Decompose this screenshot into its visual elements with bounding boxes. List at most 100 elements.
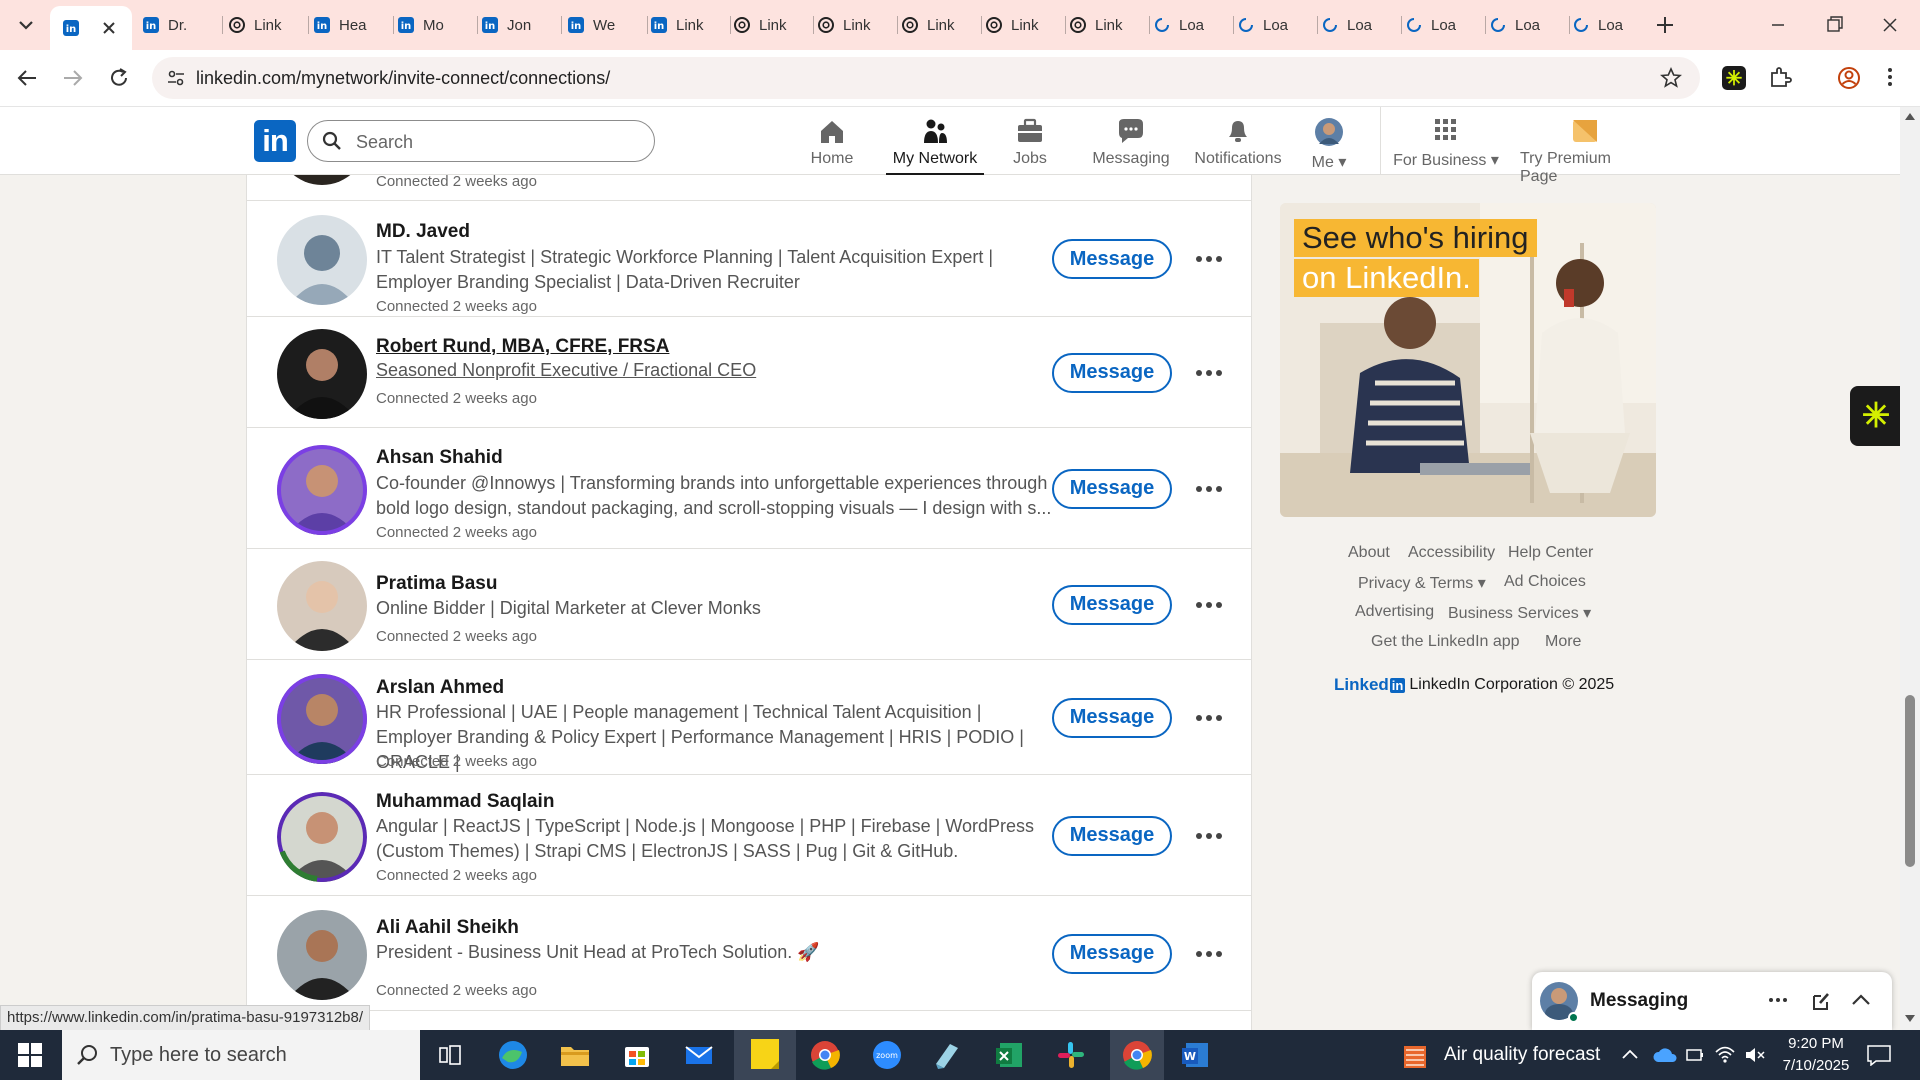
tab[interactable]: in Link <box>650 8 724 42</box>
search-box[interactable]: Search <box>307 120 655 162</box>
connection-name[interactable]: Ali Aahil Sheikh <box>376 917 519 939</box>
avatar[interactable] <box>277 791 367 882</box>
mail-icon[interactable] <box>682 1038 716 1072</box>
more-options-icon[interactable] <box>1768 996 1788 1004</box>
tab[interactable]: Link <box>733 8 807 42</box>
close-window-button[interactable] <box>1876 12 1904 38</box>
avatar[interactable] <box>277 673 367 764</box>
more-actions-icon[interactable] <box>1189 244 1229 274</box>
hiring-ad-banner[interactable]: See who's hiring on LinkedIn. <box>1280 203 1656 517</box>
connection-name[interactable]: Arslan Ahmed <box>376 677 504 699</box>
forward-button[interactable] <box>60 65 86 91</box>
connection-name[interactable]: MD. Javed <box>376 221 470 243</box>
message-button[interactable]: Message <box>1052 584 1172 625</box>
tab[interactable]: Link <box>985 8 1059 42</box>
footer-business-link[interactable]: Business Services ▾ <box>1448 603 1591 623</box>
back-button[interactable] <box>14 65 40 91</box>
extension-asterisk-icon[interactable]: ✳ <box>1722 66 1746 90</box>
more-actions-icon[interactable] <box>1189 358 1229 388</box>
address-bar[interactable]: linkedin.com/mynetwork/invite-connect/co… <box>152 57 1700 99</box>
avatar[interactable] <box>277 560 367 651</box>
tab[interactable]: in Hea <box>313 8 387 42</box>
tab[interactable]: Loa <box>1489 8 1563 42</box>
compose-icon[interactable] <box>1810 990 1832 1012</box>
footer-about-link[interactable]: About <box>1348 544 1390 562</box>
more-actions-icon[interactable] <box>1189 474 1229 504</box>
tab[interactable]: Loa <box>1572 8 1638 42</box>
message-button[interactable]: Message <box>1052 239 1172 279</box>
chrome-menu-icon[interactable] <box>1884 65 1896 89</box>
nav-notifications[interactable]: Notifications <box>1186 107 1290 175</box>
site-info-icon[interactable] <box>166 69 186 87</box>
more-actions-icon[interactable] <box>1189 590 1229 620</box>
scroll-up-arrow[interactable] <box>1905 113 1915 120</box>
footer-adchoices-link[interactable]: Ad Choices <box>1504 573 1586 591</box>
taskbar-search-box[interactable]: Type here to search <box>62 1030 420 1080</box>
windows-start-icon[interactable] <box>18 1043 42 1067</box>
tab[interactable]: in Jon <box>481 8 555 42</box>
chrome-active-icon[interactable] <box>1110 1030 1164 1080</box>
connection-headline[interactable]: IT Talent Strategist | Strategic Workfor… <box>376 245 1056 295</box>
restore-button[interactable] <box>1820 12 1848 38</box>
linkedin-logo[interactable]: in <box>254 120 296 162</box>
connection-headline[interactable]: President - Business Unit Head at ProTec… <box>376 940 1056 965</box>
tab[interactable]: in Mo <box>397 8 471 42</box>
file-explorer-icon[interactable] <box>558 1038 592 1072</box>
scrollbar-thumb[interactable] <box>1905 695 1915 867</box>
zoom-icon[interactable]: zoom <box>870 1038 904 1072</box>
avatar[interactable] <box>277 444 367 535</box>
excel-icon[interactable] <box>992 1038 1026 1072</box>
avatar[interactable] <box>277 328 367 419</box>
tab[interactable]: Link <box>817 8 891 42</box>
avatar[interactable] <box>277 215 367 305</box>
chevron-up-icon[interactable] <box>1850 992 1872 1008</box>
more-actions-icon[interactable] <box>1189 703 1229 733</box>
avatar[interactable] <box>277 909 367 1000</box>
weather-widget[interactable]: Air quality forecast <box>1402 1030 1600 1080</box>
connection-headline[interactable]: Seasoned Nonprofit Executive / Fractiona… <box>376 358 1056 383</box>
message-button[interactable]: Message <box>1052 468 1172 509</box>
profile-icon[interactable] <box>1836 65 1862 91</box>
volume-muted-icon[interactable] <box>1744 1045 1766 1065</box>
clock[interactable]: 9:20 PM 7/10/2025 <box>1776 1033 1856 1077</box>
avatar[interactable] <box>277 175 367 185</box>
nav-messaging[interactable]: Messaging <box>1090 107 1172 175</box>
chrome-icon[interactable] <box>808 1038 842 1072</box>
sticky-notes-icon[interactable] <box>734 1030 796 1080</box>
tray-chevron-up-icon[interactable] <box>1620 1047 1640 1061</box>
minimize-button[interactable] <box>1764 12 1792 38</box>
nav-jobs[interactable]: Jobs <box>990 107 1070 175</box>
connection-name[interactable]: Muhammad Saqlain <box>376 791 554 813</box>
battery-icon[interactable] <box>1684 1046 1706 1064</box>
connection-headline[interactable]: Angular | ReactJS | TypeScript | Node.js… <box>376 814 1056 864</box>
tab-search-button[interactable] <box>14 14 38 36</box>
connection-headline[interactable]: Co-founder @Innowys | Transforming brand… <box>376 471 1056 521</box>
extensions-puzzle-icon[interactable] <box>1768 65 1792 89</box>
tab[interactable]: Link <box>228 8 302 42</box>
tab[interactable]: Loa <box>1405 8 1479 42</box>
tab[interactable]: Loa <box>1153 8 1227 42</box>
page-scrollbar[interactable] <box>1900 107 1920 1030</box>
scroll-down-arrow[interactable] <box>1905 1015 1915 1022</box>
notifications-icon[interactable] <box>1866 1044 1892 1066</box>
task-view-icon[interactable] <box>433 1038 467 1072</box>
tab[interactable]: in Dr. <box>142 8 216 42</box>
messaging-bar[interactable]: Messaging <box>1532 972 1892 1030</box>
connection-name[interactable]: Robert Rund, MBA, CFRE, FRSA <box>376 336 669 358</box>
footer-app-link[interactable]: Get the LinkedIn app <box>1371 633 1520 651</box>
more-actions-icon[interactable] <box>1189 939 1229 969</box>
footer-more-link[interactable]: More <box>1545 633 1581 651</box>
tab[interactable]: in We <box>567 8 641 42</box>
nav-try-premium-page[interactable]: Try Premium Page <box>1520 107 1650 185</box>
tab-active[interactable]: in <box>50 6 132 50</box>
connection-name[interactable]: Ahsan Shahid <box>376 447 503 469</box>
message-button[interactable]: Message <box>1052 352 1172 393</box>
message-button[interactable]: Message <box>1052 933 1172 974</box>
reload-button[interactable] <box>106 65 132 91</box>
wifi-icon[interactable] <box>1714 1044 1736 1064</box>
tab[interactable]: Link <box>1069 8 1143 42</box>
nav-home[interactable]: Home <box>800 107 864 175</box>
word-icon[interactable]: W <box>1178 1038 1212 1072</box>
message-button[interactable]: Message <box>1052 815 1172 856</box>
nav-me[interactable]: Me ▾ <box>1300 107 1358 175</box>
